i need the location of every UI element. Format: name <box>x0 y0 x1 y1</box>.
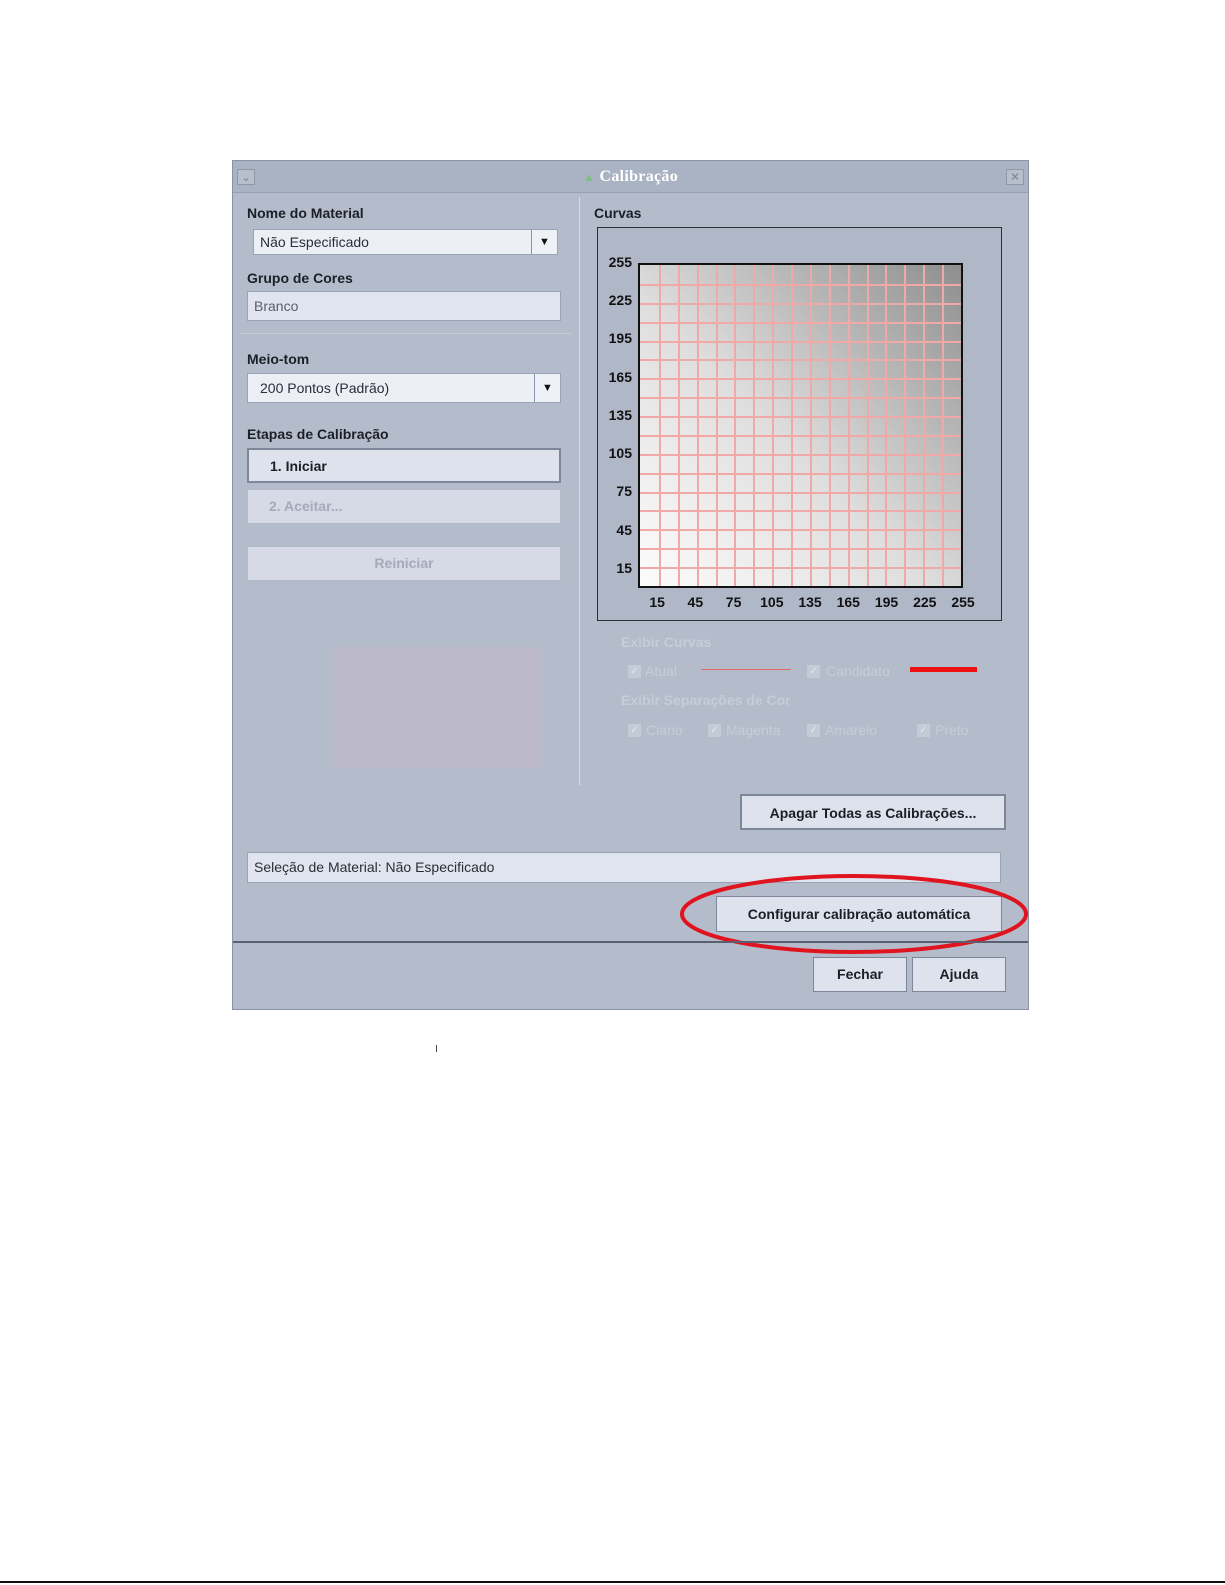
grid-line-horizontal <box>640 359 961 362</box>
stray-mark <box>436 1045 437 1052</box>
close-button[interactable]: Fechar <box>813 957 907 992</box>
candidate-label: Candidato <box>826 663 890 679</box>
grid-line-horizontal <box>640 567 961 570</box>
start-button[interactable]: 1. Iniciar <box>247 448 561 483</box>
grid-line-vertical <box>809 265 812 586</box>
chevron-down-icon[interactable]: ▼ <box>534 374 560 402</box>
grid-line-vertical <box>715 265 718 586</box>
y-tick-label: 135 <box>608 406 632 423</box>
grid-line-vertical <box>847 265 850 586</box>
y-tick-label: 195 <box>608 330 632 347</box>
y-tick-label: 225 <box>608 292 632 309</box>
x-tick-label: 105 <box>760 594 784 610</box>
grid-line-vertical <box>658 265 661 586</box>
black-label: Preto <box>935 722 969 738</box>
app-icon: ▲ <box>582 170 596 184</box>
y-tick-label: 45 <box>616 521 632 538</box>
magenta-label: Magenta <box>726 722 781 738</box>
yellow-checkbox[interactable]: ✓ <box>807 724 820 737</box>
grid-line-vertical <box>696 265 699 586</box>
halftone-dropdown[interactable]: 200 Pontos (Padrão) ▼ <box>247 373 561 403</box>
halftone-value: 200 Pontos (Padrão) <box>260 380 390 396</box>
cyan-checkbox[interactable]: ✓ <box>628 724 641 737</box>
grid-line-vertical <box>677 265 680 586</box>
current-label: Atual <box>645 663 677 679</box>
show-separations-label: Exibir Separações de Cor <box>621 692 791 708</box>
grid-line-vertical <box>923 265 926 586</box>
grid-line-horizontal <box>640 548 961 551</box>
y-tick-label: 255 <box>608 254 632 270</box>
x-tick-label: 15 <box>649 594 665 610</box>
window-title-text: Calibração <box>599 168 679 185</box>
x-tick-label: 255 <box>951 594 975 610</box>
show-curves-label: Exibir Curvas <box>621 634 712 650</box>
current-checkbox[interactable]: ✓ <box>628 665 641 678</box>
footer-divider <box>233 941 1028 943</box>
candidate-line-swatch <box>910 667 977 672</box>
grid-line-vertical <box>885 265 888 586</box>
x-tick-label: 165 <box>836 594 860 610</box>
material-name-value: Não Especificado <box>260 234 369 250</box>
grid-line-horizontal <box>640 397 961 400</box>
grid-line-vertical <box>734 265 737 586</box>
grid-line-horizontal <box>640 434 961 437</box>
grid-line-vertical <box>772 265 775 586</box>
y-tick-label: 15 <box>616 559 632 576</box>
candidate-checkbox[interactable]: ✓ <box>807 665 820 678</box>
grid-line-horizontal <box>640 472 961 475</box>
x-tick-label: 195 <box>874 594 899 610</box>
x-tick-label: 45 <box>687 594 704 610</box>
curves-panel: 255 225 195 165 135 105 75 45 15 15 45 75 105 135 165 1… <box>597 227 1002 621</box>
y-tick-label: 165 <box>608 368 632 385</box>
grid-line-horizontal <box>640 416 961 419</box>
chevron-down-icon[interactable]: ▼ <box>531 230 557 254</box>
grid-line-vertical <box>904 265 907 586</box>
x-tick-label: 225 <box>913 594 937 610</box>
grid-line-horizontal <box>640 340 961 343</box>
grid-line-horizontal <box>640 302 961 305</box>
grid-line-horizontal <box>640 491 961 494</box>
calibration-dialog: ⌄ ▲ Calibração ✕ Nome do Material Não Es… <box>232 160 1029 1010</box>
curves-label: Curvas <box>594 205 642 221</box>
calibration-steps-label: Etapas de Calibração <box>247 426 389 442</box>
highlight-ellipse <box>680 874 1028 954</box>
grid-line-horizontal <box>640 510 961 513</box>
window-title: ▲ Calibração <box>233 168 1028 186</box>
black-checkbox[interactable]: ✓ <box>917 724 930 737</box>
clear-all-calibrations-button[interactable]: Apagar Todas as Calibrações... <box>740 794 1006 830</box>
material-name-label: Nome do Material <box>247 205 364 221</box>
color-group-field: Branco <box>247 291 561 321</box>
grid-line-horizontal <box>640 283 961 286</box>
grid-line-vertical <box>791 265 794 586</box>
halftone-label: Meio-tom <box>247 351 310 367</box>
divider <box>241 333 571 334</box>
grid-line-vertical <box>828 265 831 586</box>
material-name-dropdown[interactable]: Não Especificado ▼ <box>253 229 558 255</box>
current-line-swatch <box>701 669 791 670</box>
y-tick-label: 75 <box>616 483 632 500</box>
preview-swatch <box>333 647 542 768</box>
accept-button[interactable]: 2. Aceitar... <box>247 489 561 524</box>
help-button[interactable]: Ajuda <box>912 957 1006 992</box>
y-tick-label: 105 <box>608 445 632 462</box>
yellow-label: Amarelo <box>825 722 878 738</box>
grid-line-horizontal <box>640 321 961 324</box>
magenta-checkbox[interactable]: ✓ <box>708 724 721 737</box>
grid-line-vertical <box>942 265 945 586</box>
color-group-label: Grupo de Cores <box>247 270 353 286</box>
cyan-label: Ciano <box>646 722 683 738</box>
grid-line-horizontal <box>640 378 961 381</box>
grid-line-horizontal <box>640 529 961 532</box>
restart-button[interactable]: Reiniciar <box>247 546 561 581</box>
curve-graph <box>638 263 963 588</box>
grid-line-vertical <box>866 265 869 586</box>
close-icon[interactable]: ✕ <box>1006 169 1024 185</box>
x-tick-label: 135 <box>798 594 822 610</box>
page-bottom-rule <box>0 1581 1225 1583</box>
title-bar: ⌄ ▲ Calibração ✕ <box>233 161 1028 193</box>
vertical-divider <box>579 197 580 785</box>
grid-line-horizontal <box>640 453 961 456</box>
x-tick-label: 75 <box>725 594 742 610</box>
grid-line-vertical <box>753 265 756 586</box>
